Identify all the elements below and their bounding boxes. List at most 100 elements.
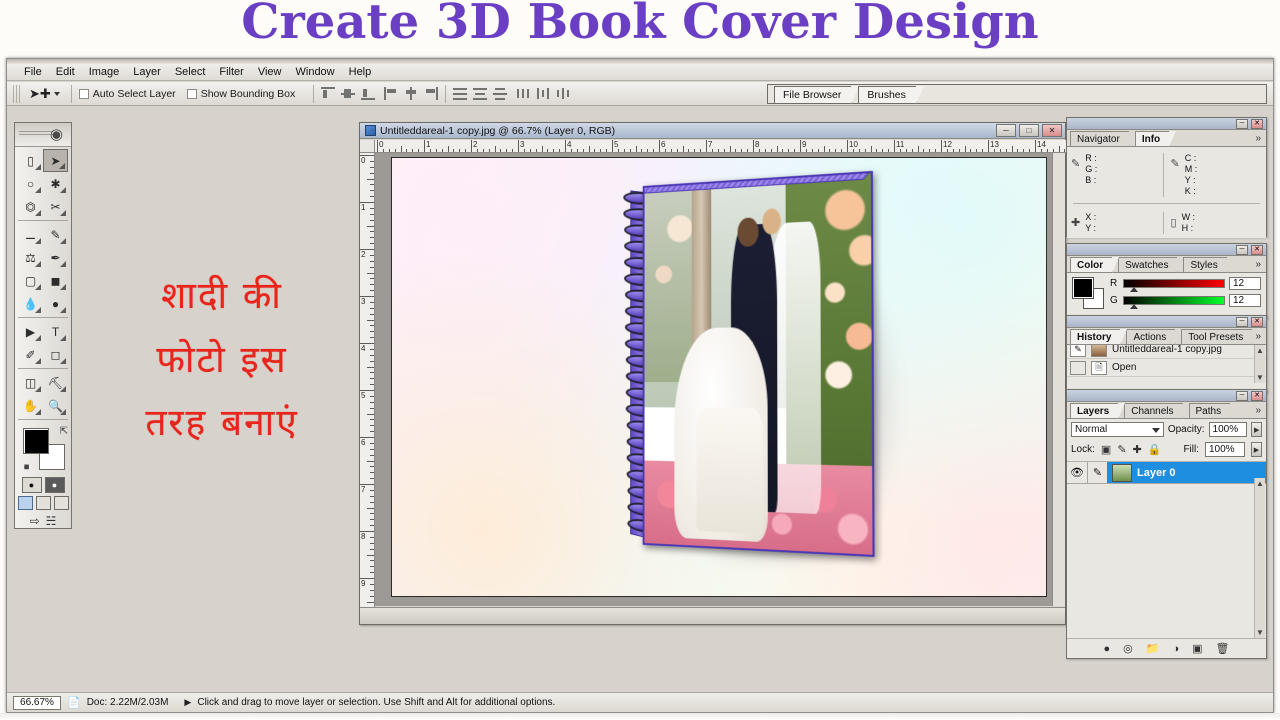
tool-slice[interactable]: ✂ <box>43 195 68 218</box>
lock-image-pixels-icon[interactable]: ✎ <box>1117 443 1126 456</box>
tool-magic-wand[interactable]: ✱ <box>43 172 68 195</box>
foreground-color-chip[interactable] <box>1072 277 1094 299</box>
distribute-top-edges-icon[interactable] <box>453 87 467 100</box>
tab-tool-presets[interactable]: Tool Presets <box>1181 329 1253 344</box>
opacity-stepper[interactable]: ▶ <box>1251 422 1262 437</box>
tool-hand[interactable]: ✋ <box>18 394 43 417</box>
quick-mask-mode-button[interactable]: ● <box>45 477 65 493</box>
full-screen-menubar-mode-button[interactable] <box>36 496 51 510</box>
menu-item-layer[interactable]: Layer <box>126 65 168 79</box>
menu-item-window[interactable]: Window <box>289 65 342 79</box>
tool-type[interactable]: T <box>43 320 68 343</box>
tool-lasso[interactable]: ○ <box>18 172 43 195</box>
tab-swatches[interactable]: Swatches <box>1118 257 1178 272</box>
tool-move[interactable]: ➤ <box>43 149 68 172</box>
tab-styles[interactable]: Styles <box>1183 257 1227 272</box>
palette-close-button[interactable]: ✕ <box>1251 391 1263 401</box>
swap-colors-icon[interactable]: ⇱ <box>60 426 68 437</box>
tool-path-selection[interactable]: ▶ <box>18 320 43 343</box>
ruler-corner[interactable] <box>360 140 375 153</box>
green-channel-value[interactable]: 12 <box>1229 294 1261 307</box>
palette-title-bar[interactable]: ─ ✕ <box>1067 316 1266 328</box>
standard-mode-button[interactable]: ● <box>22 477 42 493</box>
fill-value[interactable]: 100% <box>1205 442 1245 457</box>
menu-item-view[interactable]: View <box>251 65 289 79</box>
status-menu-arrow-icon[interactable]: ▶ <box>184 697 191 708</box>
align-top-edges-icon[interactable] <box>321 87 335 100</box>
tool-crop[interactable]: ⏣ <box>18 195 43 218</box>
palette-minimize-button[interactable]: ─ <box>1236 391 1248 401</box>
checkbox-box[interactable] <box>187 89 197 99</box>
lock-all-icon[interactable]: 🔒 <box>1148 443 1162 456</box>
layer-edit-icon[interactable]: ✎ <box>1087 462 1107 483</box>
tool-brush[interactable]: ✎ <box>43 223 68 246</box>
palette-title-bar[interactable]: ─ ✕ <box>1067 118 1266 130</box>
tool-healing-brush[interactable]: ⚊ <box>18 223 43 246</box>
history-entry[interactable]: 🗎 Open <box>1067 359 1266 377</box>
scroll-up-icon[interactable]: ▲ <box>1256 346 1264 355</box>
minimize-button[interactable]: ─ <box>996 124 1016 137</box>
maximize-button[interactable]: □ <box>1019 124 1039 137</box>
menu-item-filter[interactable]: Filter <box>212 65 250 79</box>
palette-minimize-button[interactable]: ─ <box>1236 119 1248 129</box>
new-group-icon[interactable]: 📁 <box>1146 642 1160 655</box>
tab-channels[interactable]: Channels <box>1124 403 1183 418</box>
palette-menu-icon[interactable]: » <box>1255 259 1261 270</box>
canvas-area[interactable] <box>375 153 1065 606</box>
scroll-up-icon[interactable]: ▲ <box>1256 479 1264 488</box>
align-vertical-centers-icon[interactable] <box>341 87 355 100</box>
align-right-edges-icon[interactable] <box>424 87 438 100</box>
horizontal-ruler[interactable]: 01234567891011121314 <box>375 140 1067 153</box>
palette-title-bar[interactable]: ─ ✕ <box>1067 244 1266 256</box>
canvas-image[interactable] <box>391 157 1047 597</box>
blend-mode-select[interactable]: Normal <box>1071 422 1164 437</box>
palette-minimize-button[interactable]: ─ <box>1236 317 1248 327</box>
palette-menu-icon[interactable]: » <box>1255 133 1261 144</box>
toolbox-grip[interactable] <box>19 131 53 137</box>
tab-layers[interactable]: Layers <box>1070 403 1119 418</box>
tool-history-brush[interactable]: ✒ <box>43 246 68 269</box>
history-scrollbar[interactable]: ▲ ▼ <box>1254 345 1265 383</box>
tool-eraser[interactable]: ▢ <box>18 269 43 292</box>
distribute-right-edges-icon[interactable] <box>556 87 570 100</box>
new-fill-adjustment-layer-icon[interactable]: ◑ <box>1172 643 1179 655</box>
foreground-color-swatch[interactable] <box>23 428 49 454</box>
new-layer-icon[interactable]: ▣ <box>1192 642 1202 655</box>
menu-item-file[interactable]: File <box>17 65 49 79</box>
tab-navigator[interactable]: Navigator <box>1070 131 1130 146</box>
vertical-ruler[interactable]: 0123456789 <box>360 153 375 608</box>
toolbox-header[interactable]: ◉ <box>15 123 71 147</box>
layer-row[interactable]: 👁 ✎ Layer 0 <box>1067 462 1266 484</box>
current-tool-preset[interactable]: ➤✚ <box>25 86 64 102</box>
link-layers-icon[interactable]: ● <box>1104 643 1111 655</box>
fill-stepper[interactable]: ▶ <box>1251 442 1262 457</box>
tab-paths[interactable]: Paths <box>1189 403 1232 418</box>
scroll-down-icon[interactable]: ▼ <box>1256 373 1264 382</box>
auto-select-layer-checkbox[interactable]: Auto Select Layer <box>79 88 176 100</box>
tool-rectangle[interactable]: ◻ <box>43 343 68 366</box>
show-bounding-box-checkbox[interactable]: Show Bounding Box <box>187 88 296 100</box>
layer-visibility-icon[interactable]: 👁 <box>1067 462 1087 483</box>
lock-transparent-pixels-icon[interactable]: ▣ <box>1101 443 1111 456</box>
tab-color[interactable]: Color <box>1070 257 1113 272</box>
distribute-left-edges-icon[interactable] <box>516 87 530 100</box>
document-title-bar[interactable]: Untitleddareal-1 copy.jpg @ 66.7% (Layer… <box>360 123 1065 139</box>
close-button[interactable]: ✕ <box>1042 124 1062 137</box>
well-tab-brushes[interactable]: Brushes <box>858 86 917 103</box>
align-left-edges-icon[interactable] <box>384 87 398 100</box>
palette-close-button[interactable]: ✕ <box>1251 317 1263 327</box>
tool-gradient[interactable]: ◼ <box>43 269 68 292</box>
palette-close-button[interactable]: ✕ <box>1251 245 1263 255</box>
add-layer-mask-icon[interactable]: ◎ <box>1123 642 1133 655</box>
distribute-bottom-edges-icon[interactable] <box>493 87 507 100</box>
chevron-down-icon[interactable] <box>1152 428 1160 433</box>
green-channel-slider[interactable] <box>1123 296 1225 305</box>
palette-close-button[interactable]: ✕ <box>1251 119 1263 129</box>
options-bar-grip[interactable] <box>13 85 21 103</box>
opacity-value[interactable]: 100% <box>1209 422 1248 437</box>
palette-title-bar[interactable]: ─ ✕ <box>1067 390 1266 402</box>
jump-to-app-icon[interactable]: ☵ <box>46 514 57 528</box>
tool-pen[interactable]: ✐ <box>18 343 43 366</box>
history-entry[interactable]: ✎ Untitleddareal-1 copy.jpg <box>1067 345 1266 359</box>
tool-notes[interactable]: ◫ <box>18 371 43 394</box>
